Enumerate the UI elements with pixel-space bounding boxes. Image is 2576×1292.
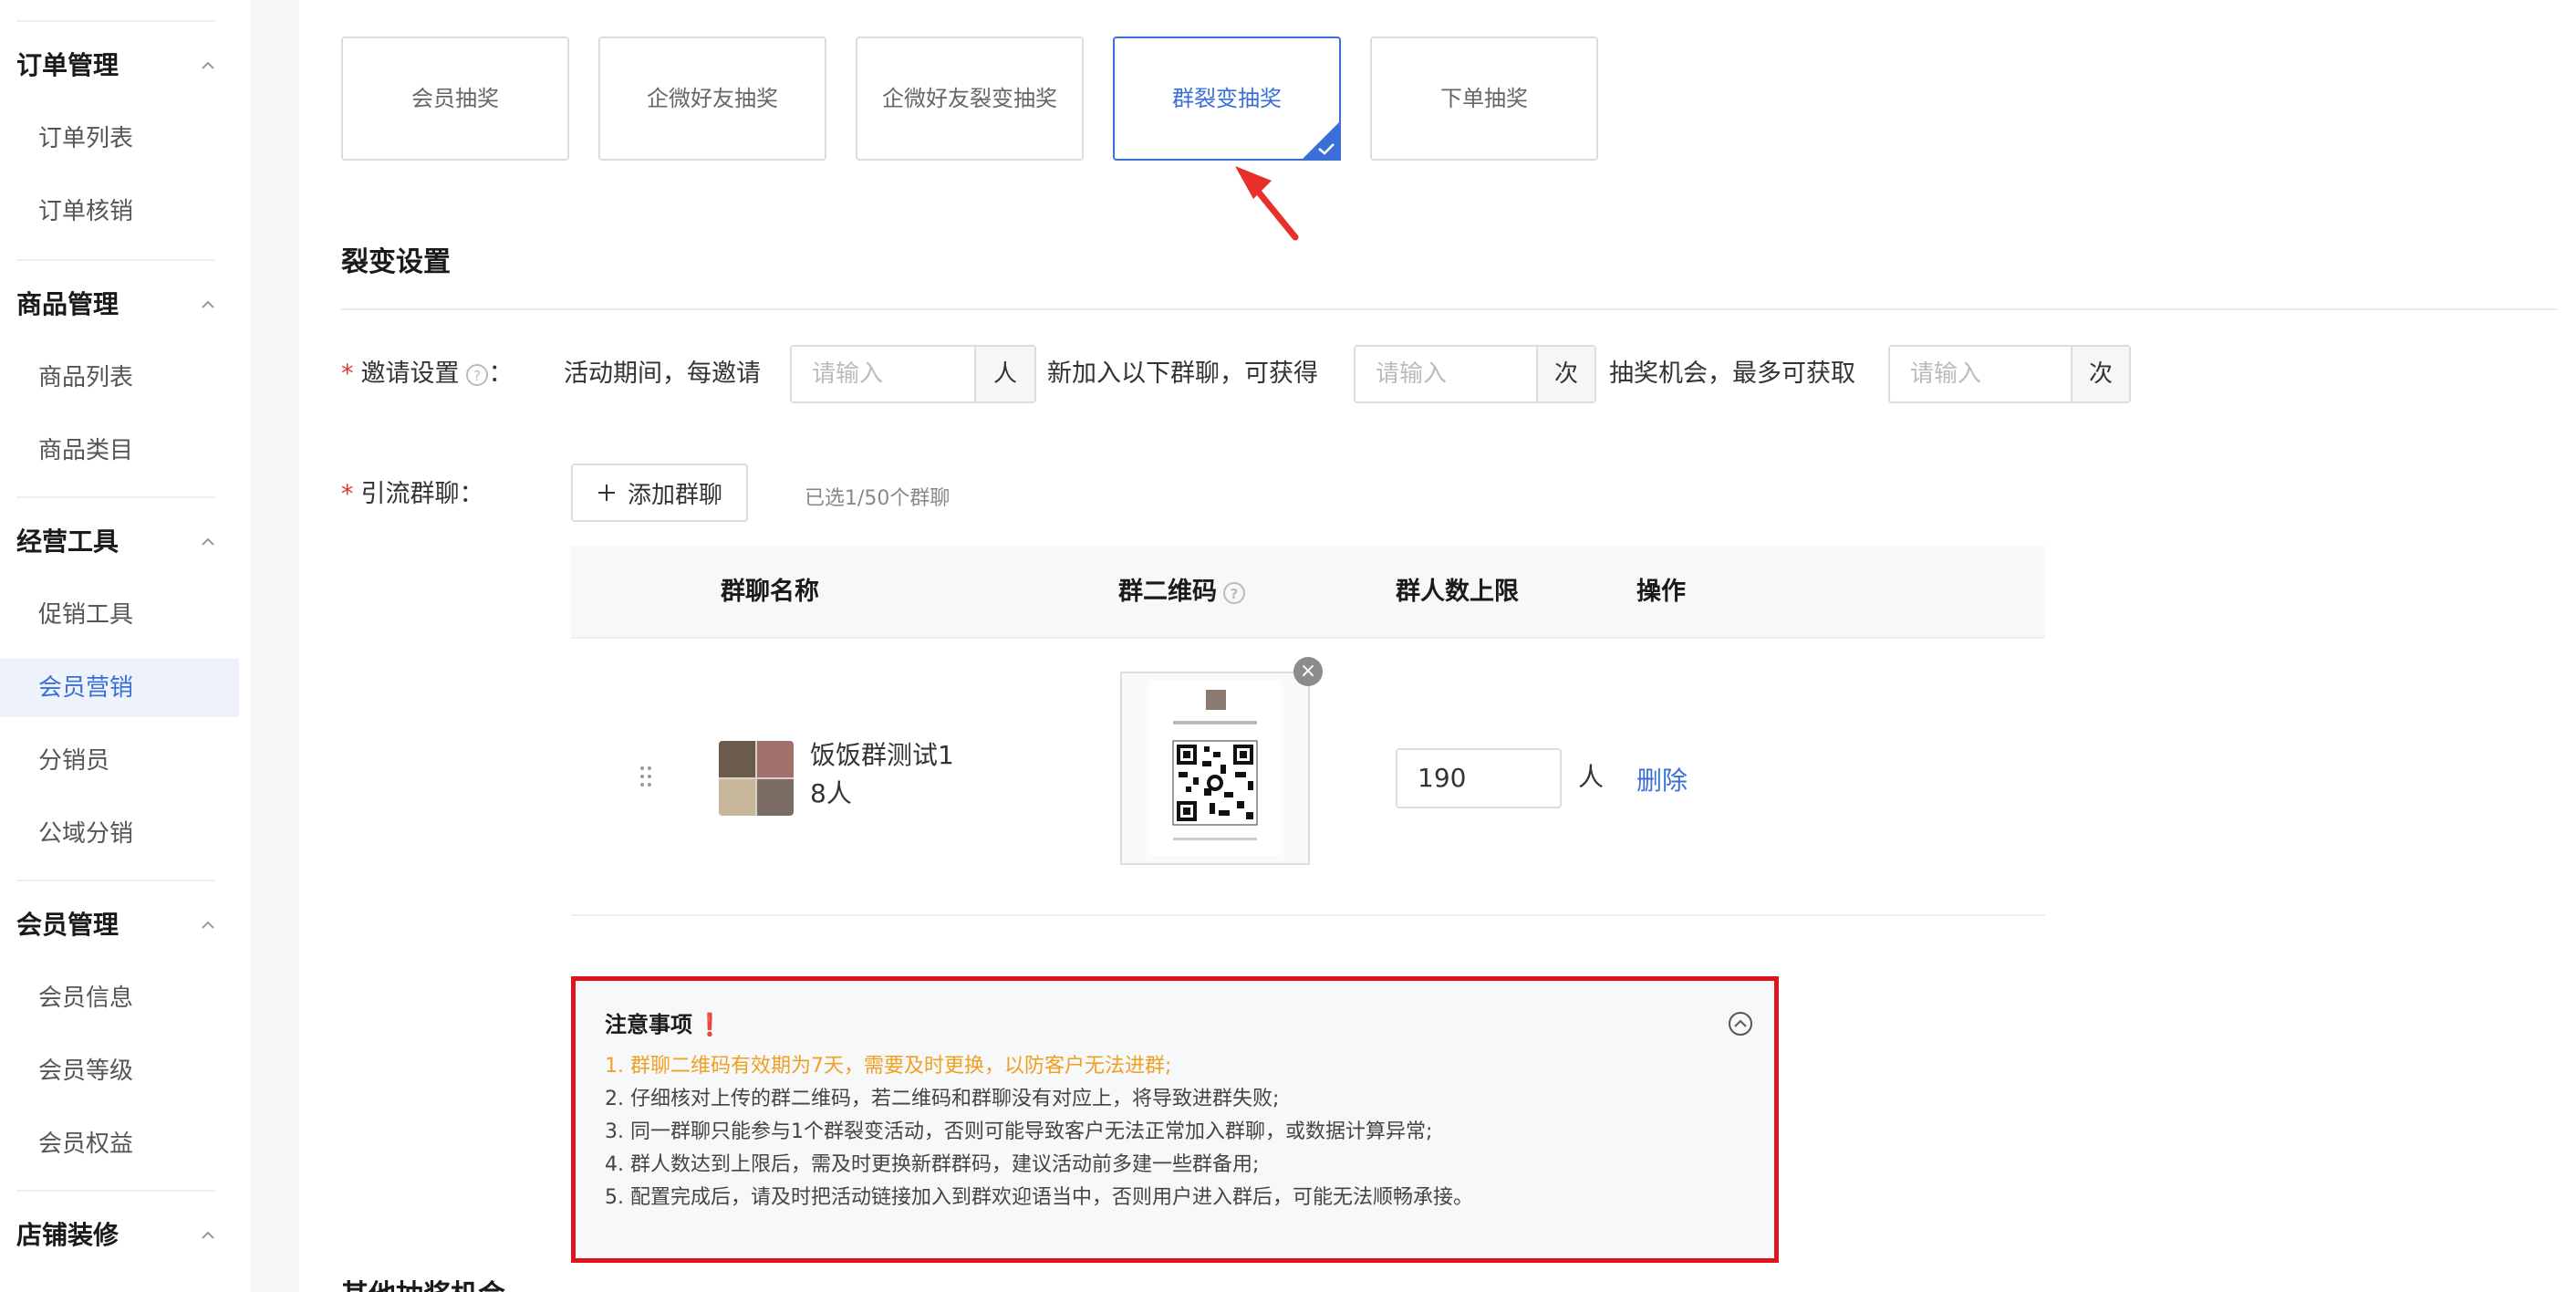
- sidebar-group-store-decoration[interactable]: 店铺装修: [16, 1217, 223, 1254]
- svg-text:?: ?: [1231, 586, 1239, 602]
- sidebar-group-business-tools[interactable]: 经营工具: [16, 524, 223, 560]
- question-icon[interactable]: ?: [1222, 581, 1246, 605]
- member-limit-unit: 人: [1578, 762, 1605, 792]
- reward-times-input[interactable]: [1356, 347, 1536, 401]
- chevron-up-icon: [202, 300, 214, 308]
- sidebar-item-public-distribution[interactable]: 公域分销: [0, 805, 239, 863]
- chevron-up-icon: [202, 537, 214, 546]
- sidebar-group-label: 经营工具: [16, 526, 119, 557]
- sidebar-group-products[interactable]: 商品管理: [16, 287, 223, 323]
- invite-people-input-group: 人: [790, 345, 1036, 403]
- sidebar-item-member-benefits[interactable]: 会员权益: [0, 1115, 239, 1173]
- max-times-input-group: 次: [1888, 345, 2131, 403]
- red-arrow-annotation: [1235, 166, 1299, 241]
- sidebar-item-member-info[interactable]: 会员信息: [0, 969, 239, 1027]
- sidebar-group-label: 订单管理: [16, 50, 119, 80]
- section-title-other-chances: 其他抽奖机会: [341, 1272, 505, 1292]
- sidebar-divider: [16, 1190, 215, 1192]
- note-line-3: 3. 同一群聊只能参与1个群裂变活动，否则可能导致客户无法正常加入群聊，或数据计…: [605, 1120, 1433, 1143]
- chevron-up-icon: [202, 61, 214, 69]
- group-member-count: 8人: [810, 778, 852, 808]
- invite-text-1: 活动期间，每邀请: [564, 359, 761, 388]
- sidebar-item-distributors[interactable]: 分销员: [0, 732, 239, 790]
- column-header-qr-label: 群二维码: [1118, 578, 1217, 606]
- sidebar: 订单管理 订单列表 订单核销 商品管理 商品列表 商品类目 经营工具 促销工具 …: [0, 0, 250, 1292]
- exclamation-icon: ❗: [696, 1012, 723, 1037]
- unit-times: 次: [1536, 347, 1594, 401]
- required-mark: *: [341, 359, 354, 388]
- invite-people-input[interactable]: [792, 347, 974, 401]
- note-line-5: 5. 配置完成后，请及时把活动链接加入到群欢迎语当中，否则用户进入群后，可能无法…: [605, 1186, 1473, 1209]
- row-divider: [571, 637, 2045, 639]
- group-chat-label: * 引流群聊：: [341, 476, 484, 513]
- invite-settings-label: * 邀请设置? ：: [341, 356, 514, 392]
- sidebar-group-label: 商品管理: [16, 289, 119, 319]
- check-icon: [1318, 143, 1335, 155]
- group-qr-image[interactable]: [1120, 672, 1310, 865]
- question-icon[interactable]: ?: [465, 363, 489, 387]
- svg-text:?: ?: [473, 368, 481, 384]
- tab-order-lottery[interactable]: 下单抽奖: [1370, 36, 1598, 161]
- invite-label-colon: ：: [488, 359, 514, 388]
- table-header: 群聊名称 群二维码? 群人数上限 操作: [571, 546, 2045, 639]
- column-header-qr-code: 群二维码?: [1118, 546, 1246, 639]
- reward-times-input-group: 次: [1354, 345, 1596, 403]
- required-mark: *: [341, 480, 354, 508]
- section-title-fission-settings: 裂变设置: [341, 246, 451, 278]
- group-avatar: [719, 741, 794, 816]
- plus-icon: [597, 484, 615, 501]
- tab-wecom-friend-lottery[interactable]: 企微好友抽奖: [598, 36, 826, 161]
- sidebar-item-order-verify[interactable]: 订单核销: [0, 182, 239, 241]
- tab-member-lottery[interactable]: 会员抽奖: [341, 36, 569, 161]
- sidebar-divider: [16, 20, 215, 22]
- selected-count: 已选1/50个群聊: [805, 487, 950, 510]
- content-gutter: [250, 0, 299, 1292]
- row-divider: [571, 914, 2045, 916]
- sidebar-group-members[interactable]: 会员管理: [16, 907, 223, 943]
- section-divider: [341, 308, 2558, 310]
- unit-times: 次: [2071, 347, 2129, 401]
- group-name: 饭饭群测试1: [810, 740, 954, 770]
- tab-group-fission-lottery[interactable]: 群裂变抽奖: [1113, 36, 1341, 161]
- remove-qr-button[interactable]: ×: [1293, 657, 1323, 686]
- column-header-member-limit: 群人数上限: [1396, 578, 1519, 606]
- delete-link[interactable]: 删除: [1636, 761, 1688, 797]
- group-chat-label-text: 引流群聊：: [360, 480, 484, 508]
- sidebar-divider: [16, 496, 215, 498]
- notes-title: 注意事项 ❗: [605, 1006, 723, 1038]
- tab-label: 群裂变抽奖: [1172, 86, 1282, 111]
- sidebar-group-label: 店铺装修: [16, 1220, 119, 1250]
- sidebar-item-promotion-tools[interactable]: 促销工具: [0, 586, 239, 644]
- sidebar-item-product-category[interactable]: 商品类目: [0, 422, 239, 480]
- note-line-1: 1. 群聊二维码有效期为7天，需要及时更换，以防客户无法进群;: [605, 1055, 1172, 1078]
- note-line-2: 2. 仔细核对上传的群二维码，若二维码和群聊没有对应上，将导致进群失败;: [605, 1088, 1280, 1110]
- invite-text-2: 新加入以下群聊，可获得: [1047, 359, 1318, 388]
- max-times-input[interactable]: [1890, 347, 2071, 401]
- note-line-4: 4. 群人数达到上限后，需及时更换新群群码，建议活动前多建一些群备用;: [605, 1153, 1260, 1176]
- sidebar-item-product-list[interactable]: 商品列表: [0, 349, 239, 407]
- sidebar-group-orders[interactable]: 订单管理: [16, 47, 223, 84]
- member-limit-input[interactable]: 190: [1396, 748, 1562, 808]
- invite-label-text: 邀请设置: [360, 359, 460, 388]
- sidebar-item-order-list[interactable]: 订单列表: [0, 109, 239, 168]
- column-header-actions: 操作: [1636, 578, 1686, 606]
- notes-panel: 注意事项 ❗ 1. 群聊二维码有效期为7天，需要及时更换，以防客户无法进群; 2.…: [571, 976, 1779, 1263]
- unit-people: 人: [974, 347, 1034, 401]
- add-group-chat-button[interactable]: 添加群聊: [571, 464, 748, 522]
- sidebar-divider: [16, 259, 215, 261]
- sidebar-divider: [16, 880, 215, 881]
- column-header-group-name: 群聊名称: [721, 578, 819, 606]
- add-group-chat-label: 添加群聊: [627, 481, 722, 509]
- sidebar-item-member-level[interactable]: 会员等级: [0, 1042, 239, 1100]
- drag-handle-icon[interactable]: [639, 765, 653, 788]
- chevron-up-icon: [202, 1231, 214, 1239]
- sidebar-item-member-marketing[interactable]: 会员营销: [0, 659, 239, 717]
- sidebar-group-label: 会员管理: [16, 910, 119, 940]
- qr-code-icon: [1149, 681, 1281, 856]
- chevron-up-icon: [202, 921, 214, 929]
- notes-title-text: 注意事项: [605, 1012, 692, 1037]
- collapse-toggle-icon[interactable]: [1727, 1010, 1754, 1037]
- invite-text-3: 抽奖机会，最多可获取: [1609, 359, 1855, 388]
- tab-wecom-friend-fission-lottery[interactable]: 企微好友裂变抽奖: [856, 36, 1084, 161]
